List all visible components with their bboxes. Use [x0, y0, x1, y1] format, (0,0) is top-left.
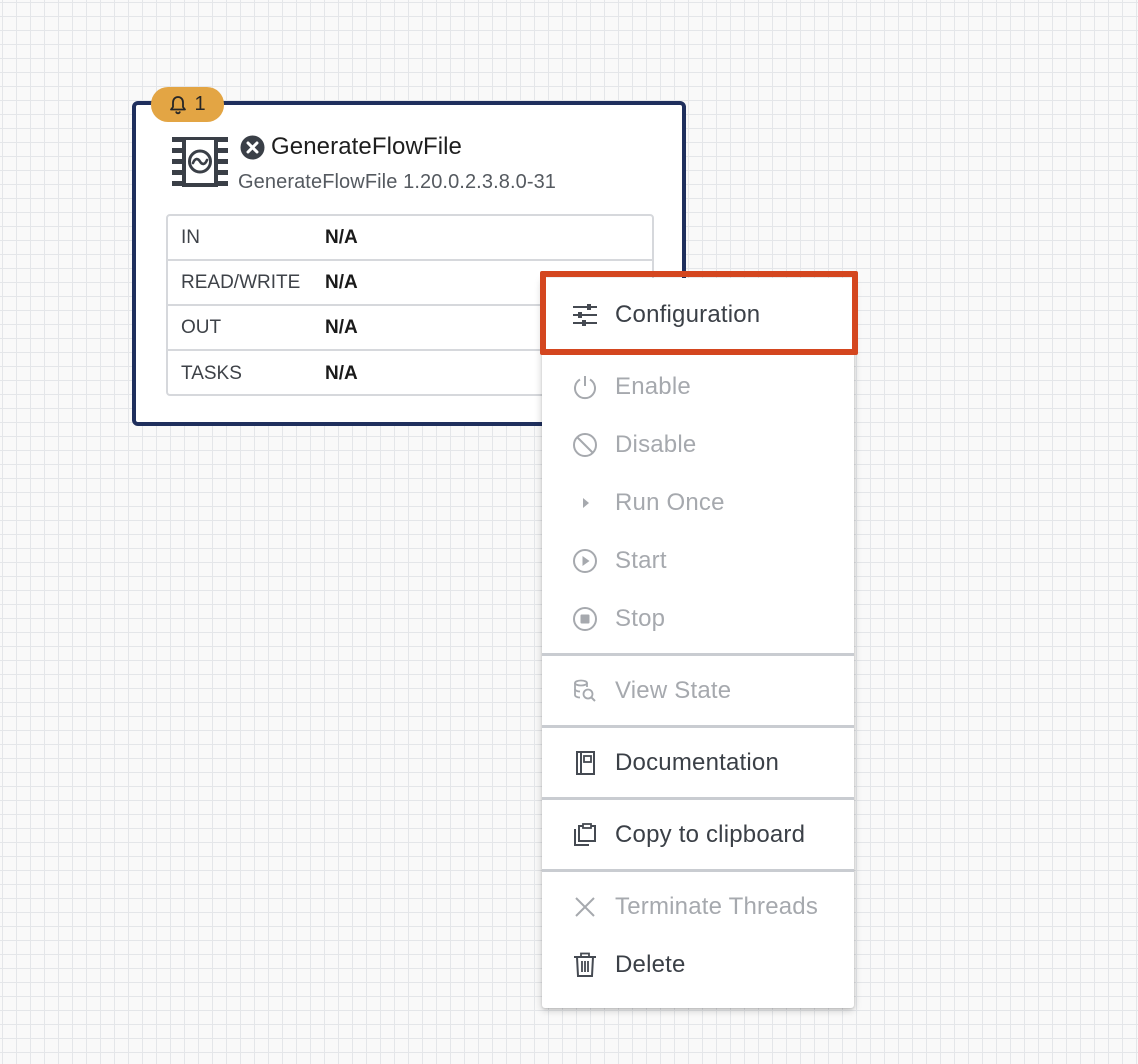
menu-item-label: View State [615, 677, 732, 704]
invalid-x-icon [240, 135, 265, 160]
menu-divider [542, 653, 854, 656]
context-menu: Configuration Enable Disable Run Once St… [542, 278, 854, 1008]
menu-item-delete[interactable]: Delete [542, 936, 854, 994]
menu-item-label: Documentation [615, 749, 780, 776]
stat-label: READ/WRITE [181, 271, 301, 293]
documentation-book-icon [572, 750, 598, 776]
trash-icon [572, 952, 598, 978]
menu-item-label: Stop [615, 605, 666, 632]
menu-item-label: Start [615, 547, 667, 574]
stat-value: N/A [325, 271, 358, 293]
close-x-icon [572, 894, 598, 920]
processor-icon [172, 137, 228, 189]
menu-item-label: Terminate Threads [615, 893, 819, 920]
menu-item-label: Run Once [615, 489, 725, 516]
stat-value: N/A [325, 316, 358, 338]
menu-item-view-state[interactable]: View State [542, 662, 854, 720]
stat-value: N/A [325, 362, 358, 384]
menu-item-enable[interactable]: Enable [542, 358, 854, 416]
stat-label: IN [181, 226, 200, 248]
menu-divider [542, 869, 854, 872]
processor-type-version: GenerateFlowFile 1.20.0.2.3.8.0-31 [238, 171, 557, 193]
bell-icon [169, 95, 187, 115]
menu-item-run-once[interactable]: Run Once [542, 474, 854, 532]
stat-value: N/A [325, 226, 358, 248]
view-state-icon [572, 678, 598, 704]
menu-item-stop[interactable]: Stop [542, 590, 854, 648]
menu-item-start[interactable]: Start [542, 532, 854, 590]
menu-item-label: Delete [615, 951, 686, 978]
disable-circle-slash-icon [572, 432, 598, 458]
menu-item-label: Configuration [615, 301, 761, 328]
menu-item-label: Disable [615, 431, 697, 458]
menu-item-documentation[interactable]: Documentation [542, 734, 854, 792]
stat-row-in: IN N/A [168, 216, 652, 261]
stat-label: OUT [181, 316, 222, 338]
play-circle-icon [572, 548, 598, 574]
menu-item-configuration[interactable]: Configuration [542, 286, 854, 344]
menu-item-disable[interactable]: Disable [542, 416, 854, 474]
menu-divider [542, 797, 854, 800]
processor-name: GenerateFlowFile [271, 133, 463, 160]
menu-item-label: Enable [615, 373, 691, 400]
caret-right-icon [572, 490, 598, 516]
stop-circle-icon [572, 606, 598, 632]
configuration-sliders-icon [572, 302, 598, 328]
menu-item-label: Copy to clipboard [615, 821, 806, 848]
menu-item-terminate-threads[interactable]: Terminate Threads [542, 878, 854, 936]
bulletin-badge[interactable]: 1 [151, 87, 224, 122]
menu-divider [542, 725, 854, 728]
menu-item-copy-to-clipboard[interactable]: Copy to clipboard [542, 806, 854, 864]
power-icon [572, 374, 598, 400]
stat-label: TASKS [181, 362, 242, 384]
clipboard-copy-icon [572, 822, 598, 848]
bulletin-count: 1 [194, 93, 206, 115]
